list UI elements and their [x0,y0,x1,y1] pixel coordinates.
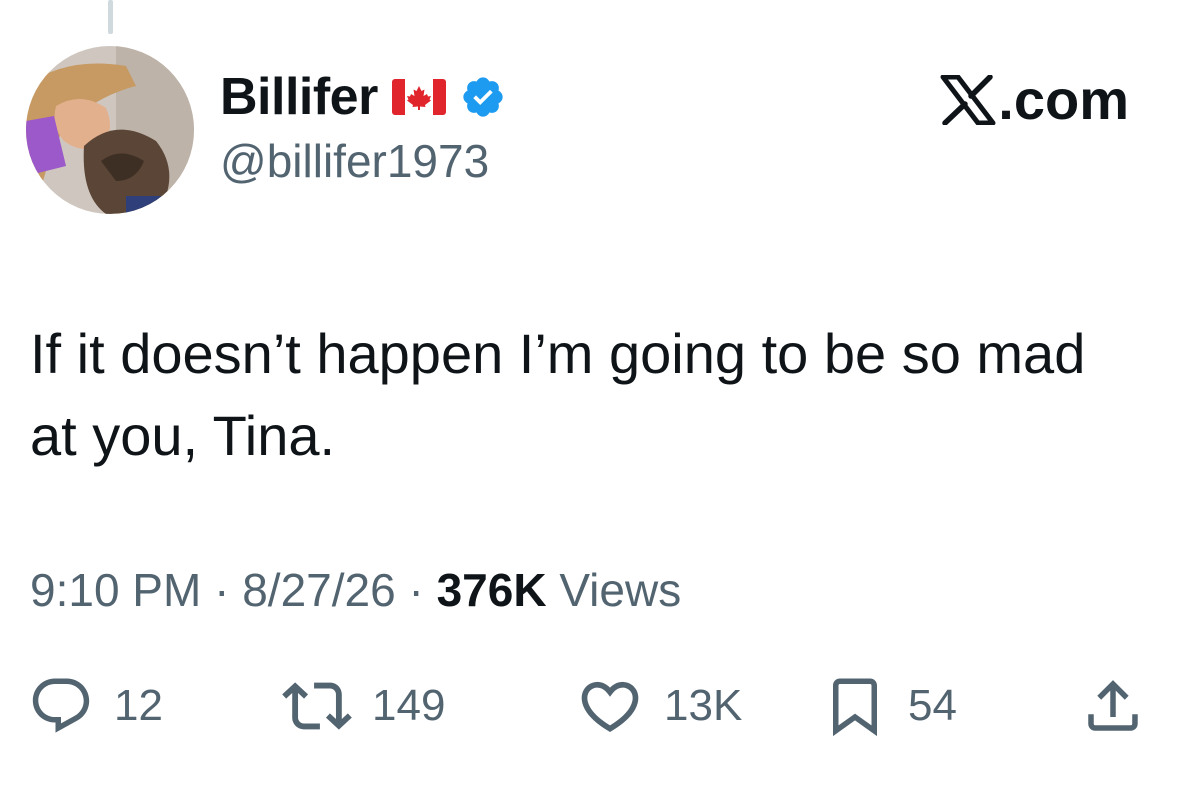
tweet-meta: 9:10 PM · 8/27/26 · 376K Views [30,562,681,618]
views-count[interactable]: 376K [437,564,547,616]
bookmark-button[interactable]: 54 [822,668,957,744]
meta-separator: · [408,564,424,616]
tweet-time[interactable]: 9:10 PM [30,564,201,616]
action-bar: 12 149 13K 54 [0,668,1179,744]
x-com-label: .com [998,68,1129,131]
repost-icon [282,682,352,730]
verified-badge-icon[interactable] [460,74,506,120]
reply-count: 12 [114,681,163,730]
reply-button[interactable]: 12 [28,668,163,744]
views-label: Views [559,564,682,616]
heart-icon [581,681,639,732]
avatar[interactable] [26,46,194,214]
share-icon [1088,680,1138,731]
bookmark-count: 54 [908,681,957,730]
repost-count: 149 [372,681,446,730]
display-name[interactable]: Billifer [220,71,378,123]
x-com-brand: .com [940,72,1129,128]
x-logo-icon [940,75,996,125]
bookmark-icon [833,678,877,737]
thread-connector-line [108,0,113,34]
like-count: 13K [664,681,743,730]
like-button[interactable]: 13K [576,668,742,744]
profile-photo-avatar [26,46,194,214]
tweet-date[interactable]: 8/27/26 [242,564,395,616]
canada-flag-icon [391,79,446,115]
meta-separator: · [214,564,230,616]
repost-button[interactable]: 149 [282,668,445,744]
author-handle[interactable]: @billifer1973 [220,138,489,184]
tweet-text: If it doesn’t happen I’m going to be so … [30,322,1086,467]
reply-icon [32,678,90,733]
author-name-row[interactable]: Billifer [220,62,506,132]
share-button[interactable] [1080,668,1146,744]
